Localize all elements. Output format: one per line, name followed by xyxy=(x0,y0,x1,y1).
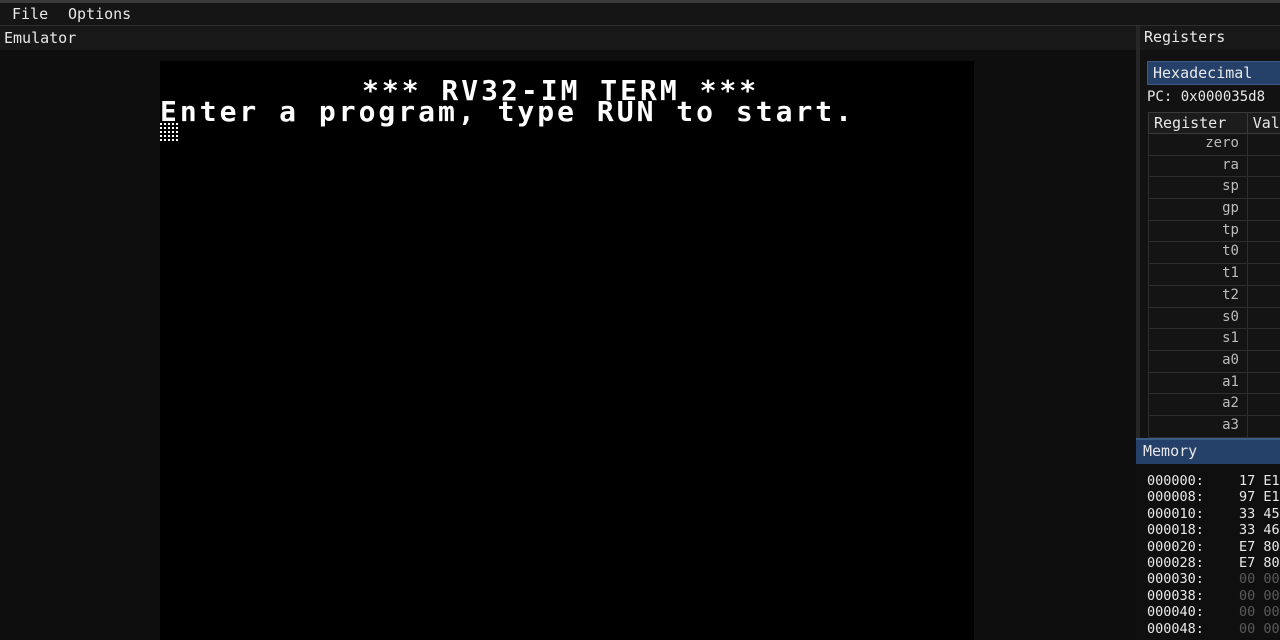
memory-row: 000018: 33 46 xyxy=(1147,522,1280,538)
memory-row: 000040: 00 00 xyxy=(1147,604,1280,620)
register-row[interactable]: ra xyxy=(1148,155,1280,178)
register-value xyxy=(1248,242,1280,263)
emulator-panel-title: Emulator xyxy=(0,26,1136,50)
column-header-value[interactable]: Val xyxy=(1248,113,1280,133)
register-row[interactable]: gp xyxy=(1148,199,1280,221)
register-name: t2 xyxy=(1149,285,1248,307)
register-name: a2 xyxy=(1149,394,1248,415)
registers-panel: Registers Hexadecimal PC: 0x000035d8 Reg… xyxy=(1140,26,1280,438)
memory-row: 000008: 97 E1 xyxy=(1147,489,1280,505)
memory-row: 000030: 00 00 xyxy=(1147,571,1280,587)
register-value xyxy=(1248,308,1280,329)
register-value xyxy=(1248,177,1280,198)
memory-address: 000030: xyxy=(1147,571,1204,588)
register-name: zero xyxy=(1149,134,1248,155)
memory-bytes: E7 80 xyxy=(1239,538,1280,555)
emulator-panel: Emulator *** RV32-IM TERM *** Enter a pr… xyxy=(0,26,1136,640)
register-row[interactable]: t0 xyxy=(1148,242,1280,265)
register-value xyxy=(1248,416,1280,437)
register-value xyxy=(1248,373,1280,394)
register-row[interactable]: a2 xyxy=(1148,394,1280,416)
register-table: Register Val zero ra sp gp tp t0 t1 t2 s0 s1 a0 a1 a… xyxy=(1148,112,1280,438)
register-name: a0 xyxy=(1149,350,1248,372)
register-row[interactable]: t2 xyxy=(1148,285,1280,308)
register-name: t1 xyxy=(1149,264,1248,285)
register-row[interactable]: tp xyxy=(1148,220,1280,243)
register-value xyxy=(1248,156,1280,177)
terminal-cursor xyxy=(160,121,180,141)
memory-address: 000040: xyxy=(1147,604,1204,621)
tab-hexadecimal[interactable]: Hexadecimal xyxy=(1147,61,1280,85)
memory-panel: Memory 000000: 17 E1 000008: 97 E1 000010: 33… xyxy=(1136,438,1280,640)
register-rows: zero ra sp gp tp t0 t1 t2 s0 s1 a0 a1 a2 a3 xyxy=(1148,134,1280,438)
memory-bytes: 00 00 xyxy=(1239,587,1280,604)
memory-address: 000028: xyxy=(1147,554,1204,571)
program-counter: PC: 0x000035d8 xyxy=(1147,89,1266,105)
register-row[interactable]: a1 xyxy=(1148,372,1280,395)
memory-panel-title: Memory xyxy=(1136,438,1280,464)
register-name: ra xyxy=(1149,155,1248,177)
memory-bytes: 97 E1 xyxy=(1239,489,1280,506)
register-value xyxy=(1248,394,1280,415)
register-row[interactable]: a0 xyxy=(1148,350,1280,373)
register-row[interactable]: zero xyxy=(1148,134,1280,156)
register-value xyxy=(1248,199,1280,220)
register-name: t0 xyxy=(1149,242,1248,264)
memory-row: 000020: E7 80 xyxy=(1147,539,1280,555)
memory-bytes: 17 E1 xyxy=(1239,473,1280,489)
memory-bytes: 00 00 xyxy=(1239,620,1280,637)
register-value xyxy=(1248,264,1280,285)
register-row[interactable]: t1 xyxy=(1148,264,1280,286)
menu-options[interactable]: Options xyxy=(68,5,131,23)
register-row[interactable]: a3 xyxy=(1148,415,1280,438)
memory-address: 000010: xyxy=(1147,505,1204,522)
memory-bytes: 00 00 xyxy=(1239,604,1280,621)
column-header-register[interactable]: Register xyxy=(1149,113,1248,133)
memory-address: 000038: xyxy=(1147,587,1204,604)
register-value xyxy=(1248,134,1280,155)
register-name: gp xyxy=(1149,199,1248,220)
memory-bytes: 00 00 xyxy=(1239,571,1280,588)
register-row[interactable]: s1 xyxy=(1148,329,1280,351)
terminal-screen[interactable]: *** RV32-IM TERM *** Enter a program, ty… xyxy=(160,61,974,640)
memory-row: 000048: 00 00 xyxy=(1147,621,1280,637)
register-value xyxy=(1248,351,1280,372)
memory-row: 000038: 00 00 xyxy=(1147,588,1280,604)
register-name: a1 xyxy=(1149,372,1248,394)
memory-address: 000020: xyxy=(1147,538,1204,555)
memory-bytes: 33 45 xyxy=(1239,505,1280,522)
register-name: s1 xyxy=(1149,329,1248,350)
memory-row: 000028: E7 80 xyxy=(1147,555,1280,571)
register-value xyxy=(1248,329,1280,350)
registers-panel-title: Registers xyxy=(1140,26,1280,50)
register-table-header: Register Val xyxy=(1148,112,1280,134)
memory-address: 000048: xyxy=(1147,620,1204,637)
menu-file[interactable]: File xyxy=(12,5,48,23)
register-name: a3 xyxy=(1149,415,1248,437)
memory-address: 000018: xyxy=(1147,522,1204,539)
register-row[interactable]: sp xyxy=(1148,177,1280,200)
register-name: sp xyxy=(1149,177,1248,199)
memory-address: 000000: xyxy=(1147,473,1204,489)
memory-address: 000008: xyxy=(1147,489,1204,506)
memory-bytes: 33 46 xyxy=(1239,522,1280,539)
register-value xyxy=(1248,221,1280,242)
register-row[interactable]: s0 xyxy=(1148,307,1280,330)
memory-row: 000000: 17 E1 xyxy=(1147,473,1280,489)
memory-list: 000000: 17 E1 000008: 97 E1 000010: 33 45 0000… xyxy=(1147,473,1280,637)
register-name: tp xyxy=(1149,220,1248,242)
memory-bytes: E7 80 xyxy=(1239,554,1280,571)
register-name: s0 xyxy=(1149,307,1248,329)
register-value xyxy=(1248,286,1280,307)
terminal-line-2: Enter a program, type RUN to start. xyxy=(160,95,856,128)
menu-bar: File Options xyxy=(0,0,1280,26)
memory-row: 000010: 33 45 xyxy=(1147,506,1280,522)
